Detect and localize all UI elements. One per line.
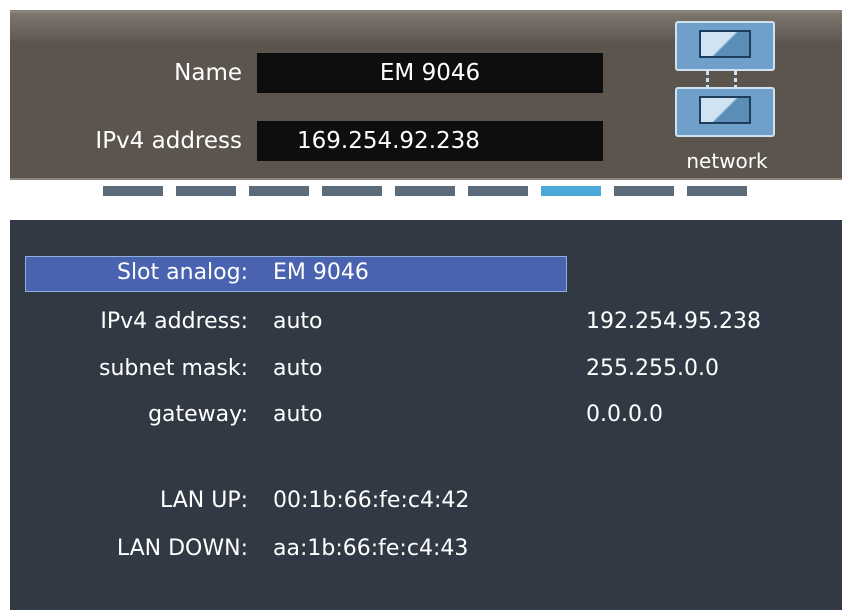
lan-down-label: LAN DOWN: bbox=[116, 536, 248, 561]
network-details-panel: Slot analog: EM 9046 IPv4 address: auto … bbox=[10, 220, 842, 610]
network-label: network bbox=[686, 149, 768, 173]
page-dot-6[interactable] bbox=[468, 186, 528, 196]
page-dot-7-active[interactable] bbox=[541, 186, 601, 196]
lan-up-label: LAN UP: bbox=[159, 488, 248, 513]
device-header: Name EM 9046 IPv4 address 169.254.92.238… bbox=[10, 10, 842, 180]
page-dot-5[interactable] bbox=[395, 186, 455, 196]
ipv4-mode-value[interactable]: auto bbox=[273, 309, 323, 334]
page-dot-8[interactable] bbox=[614, 186, 674, 196]
gateway-mode-value[interactable]: auto bbox=[273, 402, 323, 427]
slot-analog-value[interactable]: EM 9046 bbox=[273, 260, 369, 285]
page-dot-3[interactable] bbox=[249, 186, 309, 196]
slot-analog-label: Slot analog: bbox=[116, 260, 248, 285]
page-dot-4[interactable] bbox=[322, 186, 382, 196]
network-device-bottom-icon bbox=[675, 87, 775, 137]
lan-up-mac-value: 00:1b:66:fe:c4:42 bbox=[273, 488, 470, 513]
page-dot-2[interactable] bbox=[176, 186, 236, 196]
network-device-top-icon bbox=[675, 21, 775, 71]
subnet-mask-mode-value[interactable]: auto bbox=[273, 356, 323, 381]
lan-down-mac-value: aa:1b:66:fe:c4:43 bbox=[273, 536, 469, 561]
name-field[interactable]: EM 9046 bbox=[257, 53, 603, 93]
gateway-label: gateway: bbox=[148, 402, 248, 427]
network-link-left bbox=[706, 71, 709, 87]
subnet-mask-value: 255.255.0.0 bbox=[586, 356, 719, 381]
ipv4-label: IPv4 address bbox=[95, 128, 242, 154]
gateway-value: 0.0.0.0 bbox=[586, 402, 663, 427]
subnet-mask-label: subnet mask: bbox=[99, 356, 248, 381]
network-link-right bbox=[734, 71, 737, 87]
ipv4-mode-label: IPv4 address: bbox=[100, 309, 248, 334]
ipv4-field[interactable]: 169.254.92.238 bbox=[257, 121, 603, 161]
name-label: Name bbox=[174, 60, 242, 86]
page-dot-9[interactable] bbox=[687, 186, 747, 196]
page-dot-1[interactable] bbox=[103, 186, 163, 196]
ipv4-address-value: 192.254.95.238 bbox=[586, 309, 761, 334]
